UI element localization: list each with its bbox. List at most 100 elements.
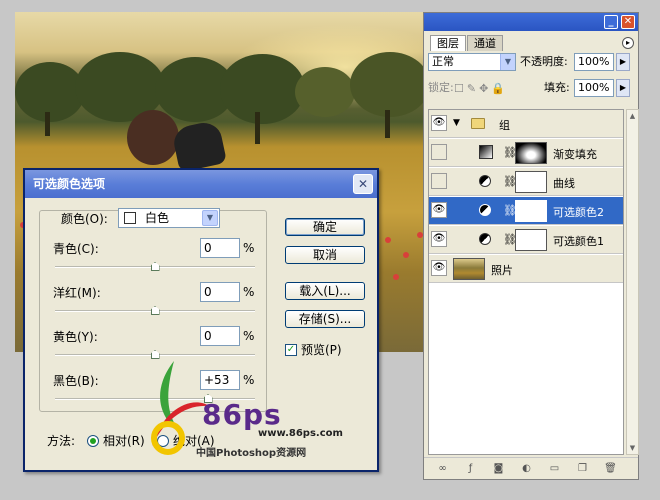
layer-mask-thumbnail [515, 229, 547, 251]
adjustment-layer-icon [479, 233, 491, 245]
close-icon[interactable]: ✕ [353, 174, 373, 194]
layer-row-curves[interactable]: ⛓ 曲线 [429, 168, 623, 196]
eye-icon[interactable]: 👁 [431, 202, 447, 218]
tab-layers[interactable]: 图层 [430, 35, 466, 51]
layers-panel: _ ✕ 图层 通道 ▸ 正常 ▼ 不透明度: 100% ▶ 锁定: ☐✎✥🔒 填… [423, 12, 639, 480]
flower [393, 274, 399, 280]
magenta-input[interactable]: 0 [200, 282, 240, 302]
black-label: 黑色(B): [53, 374, 99, 388]
yellow-input[interactable]: 0 [200, 326, 240, 346]
panel-menu-icon[interactable]: ▸ [622, 37, 634, 49]
layer-style-icon[interactable]: ƒ [464, 463, 477, 475]
color-select[interactable]: 白色 ▼ [118, 208, 220, 228]
opacity-input[interactable]: 100% [574, 53, 614, 71]
chevron-down-icon: ▼ [202, 210, 218, 226]
yellow-unit: % [243, 329, 255, 343]
ok-button[interactable]: 确定 [285, 218, 365, 236]
link-layers-icon[interactable]: ∞ [436, 463, 449, 475]
tab-channels[interactable]: 通道 [467, 35, 503, 51]
eye-icon[interactable]: 👁 [431, 231, 447, 247]
method-label: 方法: [47, 434, 76, 448]
hat [170, 119, 228, 173]
scroll-up-icon[interactable]: ▲ [627, 110, 638, 122]
cyan-input[interactable]: 0 [200, 238, 240, 258]
new-group-icon[interactable]: ▭ [548, 463, 561, 475]
layer-row-selective-color-2[interactable]: 👁 ⛓ 可选颜色2 [429, 197, 623, 225]
relative-label: 相对(R) [103, 434, 145, 448]
cancel-button[interactable]: 取消 [285, 246, 365, 264]
adjustment-layer-icon [479, 204, 491, 216]
color-value: 白色 [145, 211, 170, 225]
folder-icon [471, 118, 485, 129]
blend-mode-value: 正常 [432, 55, 454, 68]
layer-name: 渐变填充 [553, 148, 597, 161]
layers-bottom-toolbar: ∞ ƒ ◙ ◐ ▭ ❐ 🗑 [424, 457, 638, 479]
site-watermark: 86ps www.86ps.com 中国Photoshop资源网 [144, 356, 344, 466]
relative-radio[interactable] [87, 435, 99, 447]
opacity-label: 不透明度: [520, 55, 568, 68]
person-head [127, 110, 179, 165]
color-label: 颜色(O): [61, 212, 108, 226]
close-icon[interactable]: ✕ [621, 15, 635, 29]
trash-icon[interactable]: 🗑 [604, 463, 617, 475]
cyan-unit: % [243, 241, 255, 255]
watermark-url: www.86ps.com [258, 428, 343, 439]
tree [295, 67, 355, 117]
flower [385, 237, 391, 243]
cyan-label: 青色(C): [53, 242, 99, 256]
eye-icon[interactable]: 👁 [431, 115, 447, 131]
layer-thumbnail [453, 258, 485, 280]
layer-list: 👁 ▼ 组 ⛓ 渐变填充 ⛓ 曲线 👁 ⛓ 可选颜色2 👁 ⛓ 可选颜色1 👁 … [428, 109, 624, 455]
fill-input[interactable]: 100% [574, 79, 614, 97]
flower [403, 252, 409, 258]
layer-list-scrollbar[interactable]: ▲ ▼ [626, 109, 639, 455]
logo-text: 86ps [202, 398, 282, 431]
eye-hidden-icon[interactable] [431, 173, 447, 189]
lock-options-icon[interactable]: ☐✎✥🔒 [454, 82, 508, 95]
color-swatch [124, 212, 136, 224]
fill-slider-toggle[interactable]: ▶ [616, 79, 630, 97]
blend-mode-select[interactable]: 正常 ▼ [428, 53, 516, 71]
disclosure-triangle-icon[interactable]: ▼ [453, 118, 460, 128]
layer-row-selective-color-1[interactable]: 👁 ⛓ 可选颜色1 [429, 226, 623, 254]
lock-row: 锁定: ☐✎✥🔒 填充: 100% ▶ [428, 79, 634, 99]
tree [220, 54, 305, 124]
lock-label: 锁定: [428, 81, 454, 94]
gradient-fill-icon [479, 145, 493, 159]
layer-name: 组 [499, 119, 510, 132]
tree-trunk [255, 112, 260, 144]
layer-mask-thumbnail [515, 200, 547, 222]
minimize-icon[interactable]: _ [604, 15, 618, 29]
scroll-down-icon[interactable]: ▼ [627, 442, 638, 454]
magenta-unit: % [243, 285, 255, 299]
yellow-label: 黄色(Y): [53, 330, 98, 344]
chevron-down-icon: ▼ [500, 54, 515, 70]
tree-trunk [45, 112, 50, 136]
add-mask-icon[interactable]: ◙ [492, 463, 505, 475]
load-button[interactable]: 载入(L)... [285, 282, 365, 300]
panel-tabs: 图层 通道 [430, 35, 504, 51]
opacity-slider-toggle[interactable]: ▶ [616, 53, 630, 71]
magenta-label: 洋红(M): [53, 286, 101, 300]
layer-name: 照片 [491, 264, 513, 277]
save-button[interactable]: 存储(S)... [285, 310, 365, 328]
layer-mask-thumbnail [515, 142, 547, 164]
eye-icon[interactable]: 👁 [431, 260, 447, 276]
preview-checkbox[interactable]: ✓ [285, 344, 297, 356]
tree [350, 52, 425, 117]
layer-row-photo[interactable]: 👁 照片 [429, 255, 623, 283]
dialog-title-bar[interactable]: 可选颜色选项 ✕ [25, 170, 377, 198]
watermark-site-name: 中国Photoshop资源网 [196, 448, 307, 459]
blend-row: 正常 ▼ 不透明度: 100% ▶ [428, 53, 634, 73]
new-layer-icon[interactable]: ❐ [576, 463, 589, 475]
layer-row-gradient-fill[interactable]: ⛓ 渐变填充 [429, 139, 623, 167]
panel-title-bar[interactable]: _ ✕ [424, 13, 638, 31]
tree-trunk [385, 110, 390, 138]
layer-mask-thumbnail [515, 171, 547, 193]
layer-row-group[interactable]: 👁 ▼ 组 [429, 110, 623, 138]
eye-hidden-icon[interactable] [431, 144, 447, 160]
layer-name: 可选颜色2 [553, 206, 604, 219]
layer-name: 可选颜色1 [553, 235, 604, 248]
layer-name: 曲线 [553, 177, 575, 190]
new-adjustment-layer-icon[interactable]: ◐ [520, 463, 533, 475]
